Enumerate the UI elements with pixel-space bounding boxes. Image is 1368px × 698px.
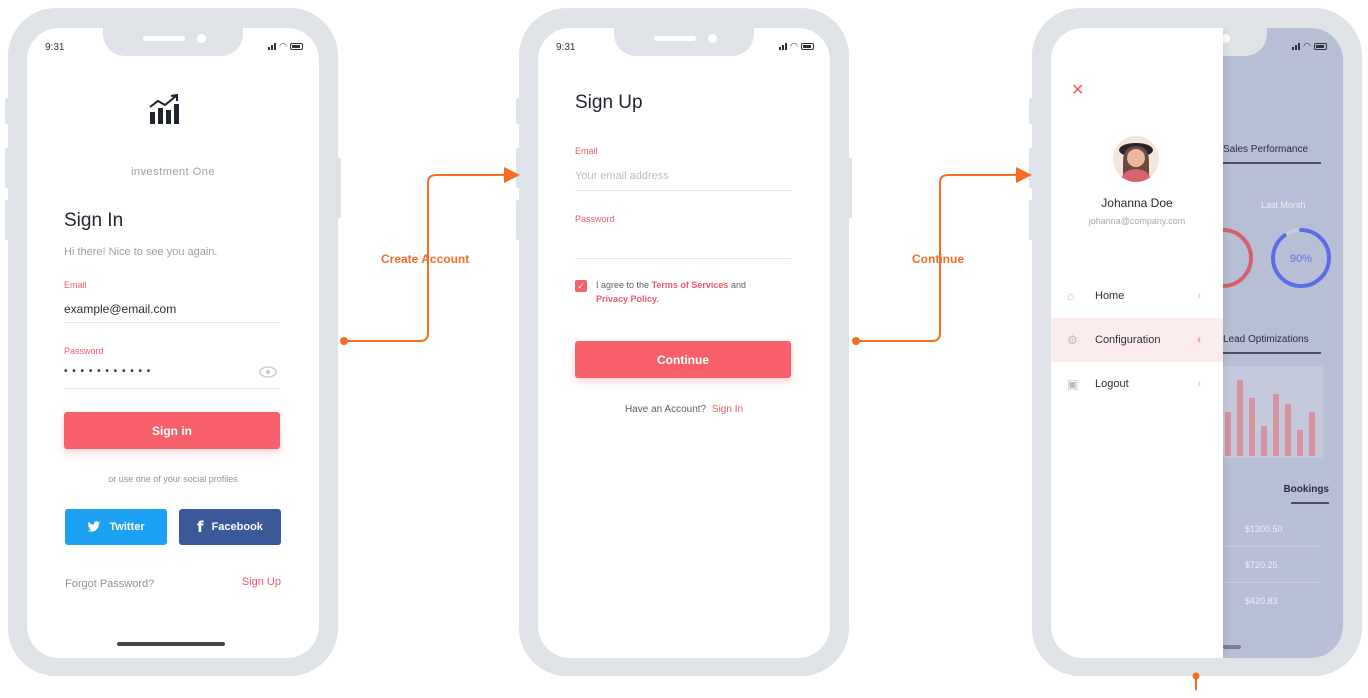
connector-next [1192, 672, 1200, 690]
flow-connectors [340, 167, 1200, 690]
continue-label: Continue [912, 252, 964, 266]
create-account-label: Create Account [381, 252, 470, 266]
